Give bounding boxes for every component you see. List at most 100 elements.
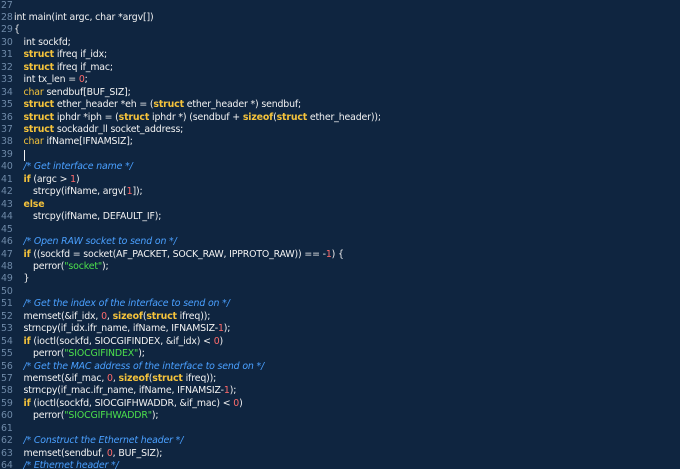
code-line[interactable]: 28 int main(int argc, char *argv[]) xyxy=(0,11,154,24)
code-text: if (argc > 1) xyxy=(24,174,80,186)
line-number: 53 xyxy=(1,323,13,335)
code-line[interactable]: 60 perror("SIOCGIFHWADDR"); xyxy=(0,410,159,422)
code-line[interactable]: 36 struct iphdr *iph = (struct iphdr *) (… xyxy=(0,111,381,124)
code-text: strcpy(ifName, DEFAULT_IF); xyxy=(33,211,161,223)
code-token: int xyxy=(23,74,36,86)
code-line[interactable]: 44 strcpy(ifName, DEFAULT_IF); xyxy=(0,211,161,223)
line-number: 42 xyxy=(1,186,13,198)
code-token: struct xyxy=(23,111,55,123)
code-text: perror("socket"); xyxy=(33,261,109,273)
code-line[interactable]: 63 memset(sendbuf, 0, BUF_SIZ); xyxy=(0,448,162,460)
code-text: int main(int argc, char *argv[]) xyxy=(14,12,154,24)
code-line[interactable]: 56 /* Get the MAC address of the interfac… xyxy=(0,361,264,373)
code-line[interactable]: 46 /* Open RAW socket to send on */ xyxy=(0,236,177,248)
code-line[interactable]: 39 xyxy=(0,149,25,161)
code-token: sizeof xyxy=(118,373,149,384)
code-line[interactable]: 62 /* Construct the Ethernet header */ xyxy=(0,435,183,447)
code-text: /* Ethernet header */ xyxy=(24,460,119,469)
code-token: struct xyxy=(153,99,184,111)
code-token: ); xyxy=(223,323,231,335)
code-token: ifreq)); xyxy=(176,310,211,322)
code-line[interactable]: 57 memset(&if_mac, 0, sizeof(struct ifreq… xyxy=(0,373,216,385)
code-text: /* Construct the Ethernet header */ xyxy=(24,435,184,447)
code-line[interactable]: 33 int tx_len = 0; xyxy=(0,74,88,86)
line-number: 28 xyxy=(1,11,13,23)
code-text: struct ifreq if_idx; xyxy=(24,49,108,61)
code-token: strcpy(ifName, DEFAULT_IF); xyxy=(33,211,162,223)
code-text: { xyxy=(14,24,20,36)
code-line[interactable]: 64 /* Ethernet header */ xyxy=(0,460,119,469)
code-text: if ((sockfd = socket(AF_PACKET, SOCK_RAW… xyxy=(24,249,344,261)
code-token: ]); xyxy=(132,186,143,198)
code-token: /* Get the index of the interface to sen… xyxy=(23,298,230,310)
code-line[interactable]: 55 perror("SIOCGIFINDEX"); xyxy=(0,348,145,360)
code-token: struct xyxy=(23,99,55,111)
code-token: else xyxy=(23,198,45,210)
code-line[interactable]: 48 perror("socket"); xyxy=(0,261,109,273)
line-number: 41 xyxy=(1,173,13,185)
line-number: 38 xyxy=(1,136,13,148)
code-token: ) xyxy=(219,335,224,347)
code-line[interactable]: 49} xyxy=(0,273,29,285)
code-editor[interactable]: 27 28 int main(int argc, char *argv[]) 29{3… xyxy=(0,0,680,469)
code-text: strncpy(if_mac.ifr_name, ifName, IFNAMSI… xyxy=(24,385,237,397)
line-number: 45 xyxy=(1,223,13,235)
code-line[interactable]: 34 char sendbuf[BUF_SIZ]; xyxy=(0,87,131,99)
code-token: ether_header)); xyxy=(307,111,381,123)
code-token: ); xyxy=(138,348,145,360)
code-line[interactable]: 50 xyxy=(0,286,13,298)
line-number: 36 xyxy=(1,111,13,123)
code-token: sockfd; xyxy=(35,36,71,48)
code-token: if xyxy=(23,335,31,347)
code-token: sizeof xyxy=(242,111,274,123)
code-line[interactable]: 41 if (argc > 1) xyxy=(0,173,80,186)
code-token: /* Get the MAC address of the interface … xyxy=(23,360,265,372)
line-number: 57 xyxy=(1,373,13,384)
code-token: /* Open RAW socket to send on */ xyxy=(23,236,177,248)
line-number: 64 xyxy=(1,460,13,469)
code-token: argc, xyxy=(66,11,96,23)
code-token: (argc > xyxy=(30,173,71,185)
line-number: 33 xyxy=(1,74,13,86)
code-token: ifreq if_idx; xyxy=(54,49,107,61)
code-line[interactable]: 47 if ((sockfd = socket(AF_PACKET, SOCK_R… xyxy=(0,249,344,261)
code-line[interactable]: 54 if (ioctl(sockfd, SIOCGIFINDEX, &if_id… xyxy=(0,335,223,348)
code-line[interactable]: 29{ xyxy=(0,24,20,36)
line-number: 35 xyxy=(1,99,13,111)
code-token: strncpy(if_idx.ifr_name, ifName, IFNAMSI… xyxy=(23,323,219,335)
code-text: memset(&if_idx, 0, sizeof(struct ifreq))… xyxy=(24,311,211,323)
code-token: "socket" xyxy=(64,260,103,272)
code-line[interactable]: 27 xyxy=(0,0,13,12)
code-line[interactable]: 38 char ifName[IFNAMSIZ]; xyxy=(0,136,133,148)
code-text: struct iphdr *iph = (struct iphdr *) (se… xyxy=(23,111,382,124)
text-cursor xyxy=(23,149,25,161)
code-line[interactable]: 32 struct ifreq if_mac; xyxy=(0,62,113,74)
code-token: struct xyxy=(276,111,308,123)
code-token: int main( xyxy=(14,11,55,23)
line-number: 55 xyxy=(1,348,13,360)
code-text: /* Get the MAC address of the interface … xyxy=(24,361,265,373)
code-token: ifreq)); xyxy=(182,373,217,384)
code-text: memset(&if_mac, 0, sizeof(struct ifreq))… xyxy=(24,373,217,385)
code-line[interactable]: 40 /* Get interface name */ xyxy=(0,161,133,173)
code-line[interactable]: 30 int sockfd; xyxy=(0,37,71,49)
code-line[interactable]: 58 strncpy(if_mac.ifr_name, ifName, IFNAM… xyxy=(0,385,236,397)
line-number: 58 xyxy=(1,385,13,397)
line-number: 54 xyxy=(1,335,13,347)
code-line[interactable]: 51 /* Get the index of the interface to s… xyxy=(0,298,230,310)
code-line[interactable]: 59 if (ioctl(sockfd, SIOCGIFHWADDR, &if_m… xyxy=(0,398,243,410)
code-line[interactable]: 43 else xyxy=(0,198,45,211)
code-line[interactable]: 45 xyxy=(0,224,13,236)
code-line[interactable]: 52 memset(&if_idx, 0, sizeof(struct ifreq… xyxy=(0,311,210,323)
code-token: ifName[IFNAMSIZ]; xyxy=(43,136,133,148)
code-token: ; xyxy=(84,74,88,86)
code-token: } xyxy=(23,273,30,285)
code-line[interactable]: 37 struct sockaddr_ll socket_address; xyxy=(0,124,183,136)
code-line[interactable]: 53 strncpy(if_idx.ifr_name, ifName, IFNAM… xyxy=(0,323,230,335)
code-line[interactable]: 31 struct ifreq if_idx; xyxy=(0,49,107,61)
code-text: int tx_len = 0; xyxy=(24,74,88,86)
code-line[interactable]: 42 strcpy(ifName, argv[1]); xyxy=(0,186,143,198)
line-number: 43 xyxy=(1,198,13,210)
code-line[interactable]: 35 struct ether_header *eh = (struct ethe… xyxy=(0,99,301,111)
code-line[interactable]: 61 xyxy=(0,423,13,435)
